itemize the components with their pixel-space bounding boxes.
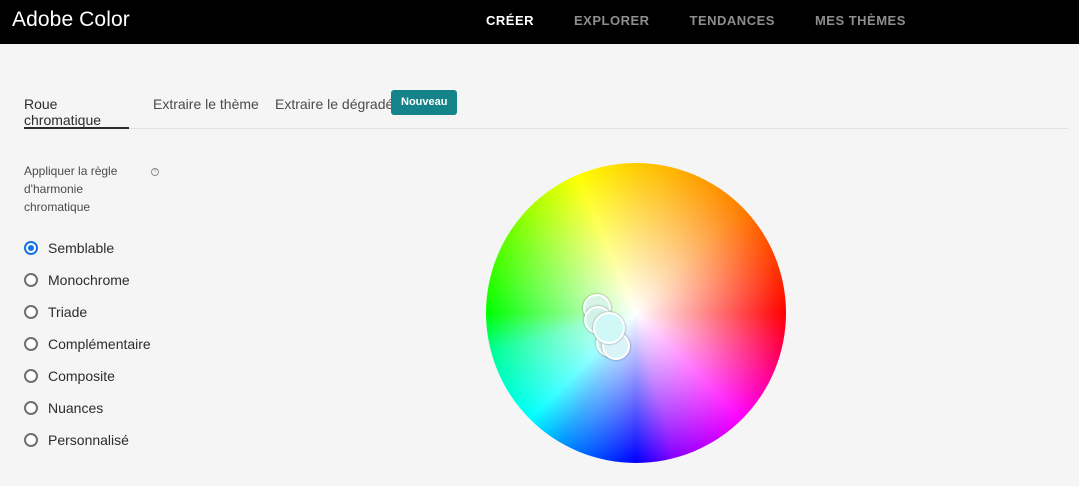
radio-complementary[interactable] (24, 337, 38, 351)
harmony-option-complementary[interactable]: Complémentaire (24, 328, 151, 360)
tab-color-wheel[interactable]: Roue chromatique (24, 96, 129, 129)
harmony-option-analogous[interactable]: Semblable (24, 232, 151, 264)
nav-create[interactable]: CRÉER (486, 13, 534, 28)
tab-extract-gradient[interactable]: Extraire le dégradé (275, 96, 393, 127)
harmony-rule-options: Semblable Monochrome Triade Complémentai… (24, 232, 151, 456)
harmony-option-compound[interactable]: Composite (24, 360, 151, 392)
option-label: Personnalisé (48, 432, 129, 448)
harmony-option-custom[interactable]: Personnalisé (24, 424, 151, 456)
option-label: Nuances (48, 400, 104, 416)
radio-compound[interactable] (24, 369, 38, 383)
option-label: Monochrome (48, 272, 130, 288)
radio-shades[interactable] (24, 401, 38, 415)
tab-extract-theme[interactable]: Extraire le thème (153, 96, 259, 127)
radio-analogous[interactable] (24, 241, 38, 255)
color-handle-base[interactable] (593, 312, 625, 344)
option-label: Semblable (48, 240, 115, 256)
app-title[interactable]: Adobe Color (12, 8, 130, 32)
radio-custom[interactable] (24, 433, 38, 447)
harmony-rule-label: Appliquer la règle d'harmonie chromatiqu… (24, 164, 118, 214)
color-wheel-saturation (486, 163, 786, 463)
top-nav: CRÉER EXPLORER TENDANCES MES THÈMES (486, 13, 946, 28)
new-badge: Nouveau (391, 90, 458, 115)
radio-triad[interactable] (24, 305, 38, 319)
top-bar: Adobe Color CRÉER EXPLORER TENDANCES MES… (0, 0, 1079, 44)
harmony-option-triad[interactable]: Triade (24, 296, 151, 328)
harmony-option-monochromatic[interactable]: Monochrome (24, 264, 151, 296)
radio-monochromatic[interactable] (24, 273, 38, 287)
color-wheel[interactable] (486, 163, 786, 463)
nav-explore[interactable]: EXPLORER (574, 13, 650, 28)
question-circle-icon[interactable]: ? (151, 168, 159, 176)
nav-my-themes[interactable]: MES THÈMES (815, 13, 906, 28)
option-label: Composite (48, 368, 115, 384)
mode-tabs: Roue chromatique Extraire le thème Extra… (24, 90, 1068, 129)
option-label: Complémentaire (48, 336, 151, 352)
nav-trends[interactable]: TENDANCES (690, 13, 775, 28)
option-label: Triade (48, 304, 88, 320)
harmony-option-shades[interactable]: Nuances (24, 392, 151, 424)
